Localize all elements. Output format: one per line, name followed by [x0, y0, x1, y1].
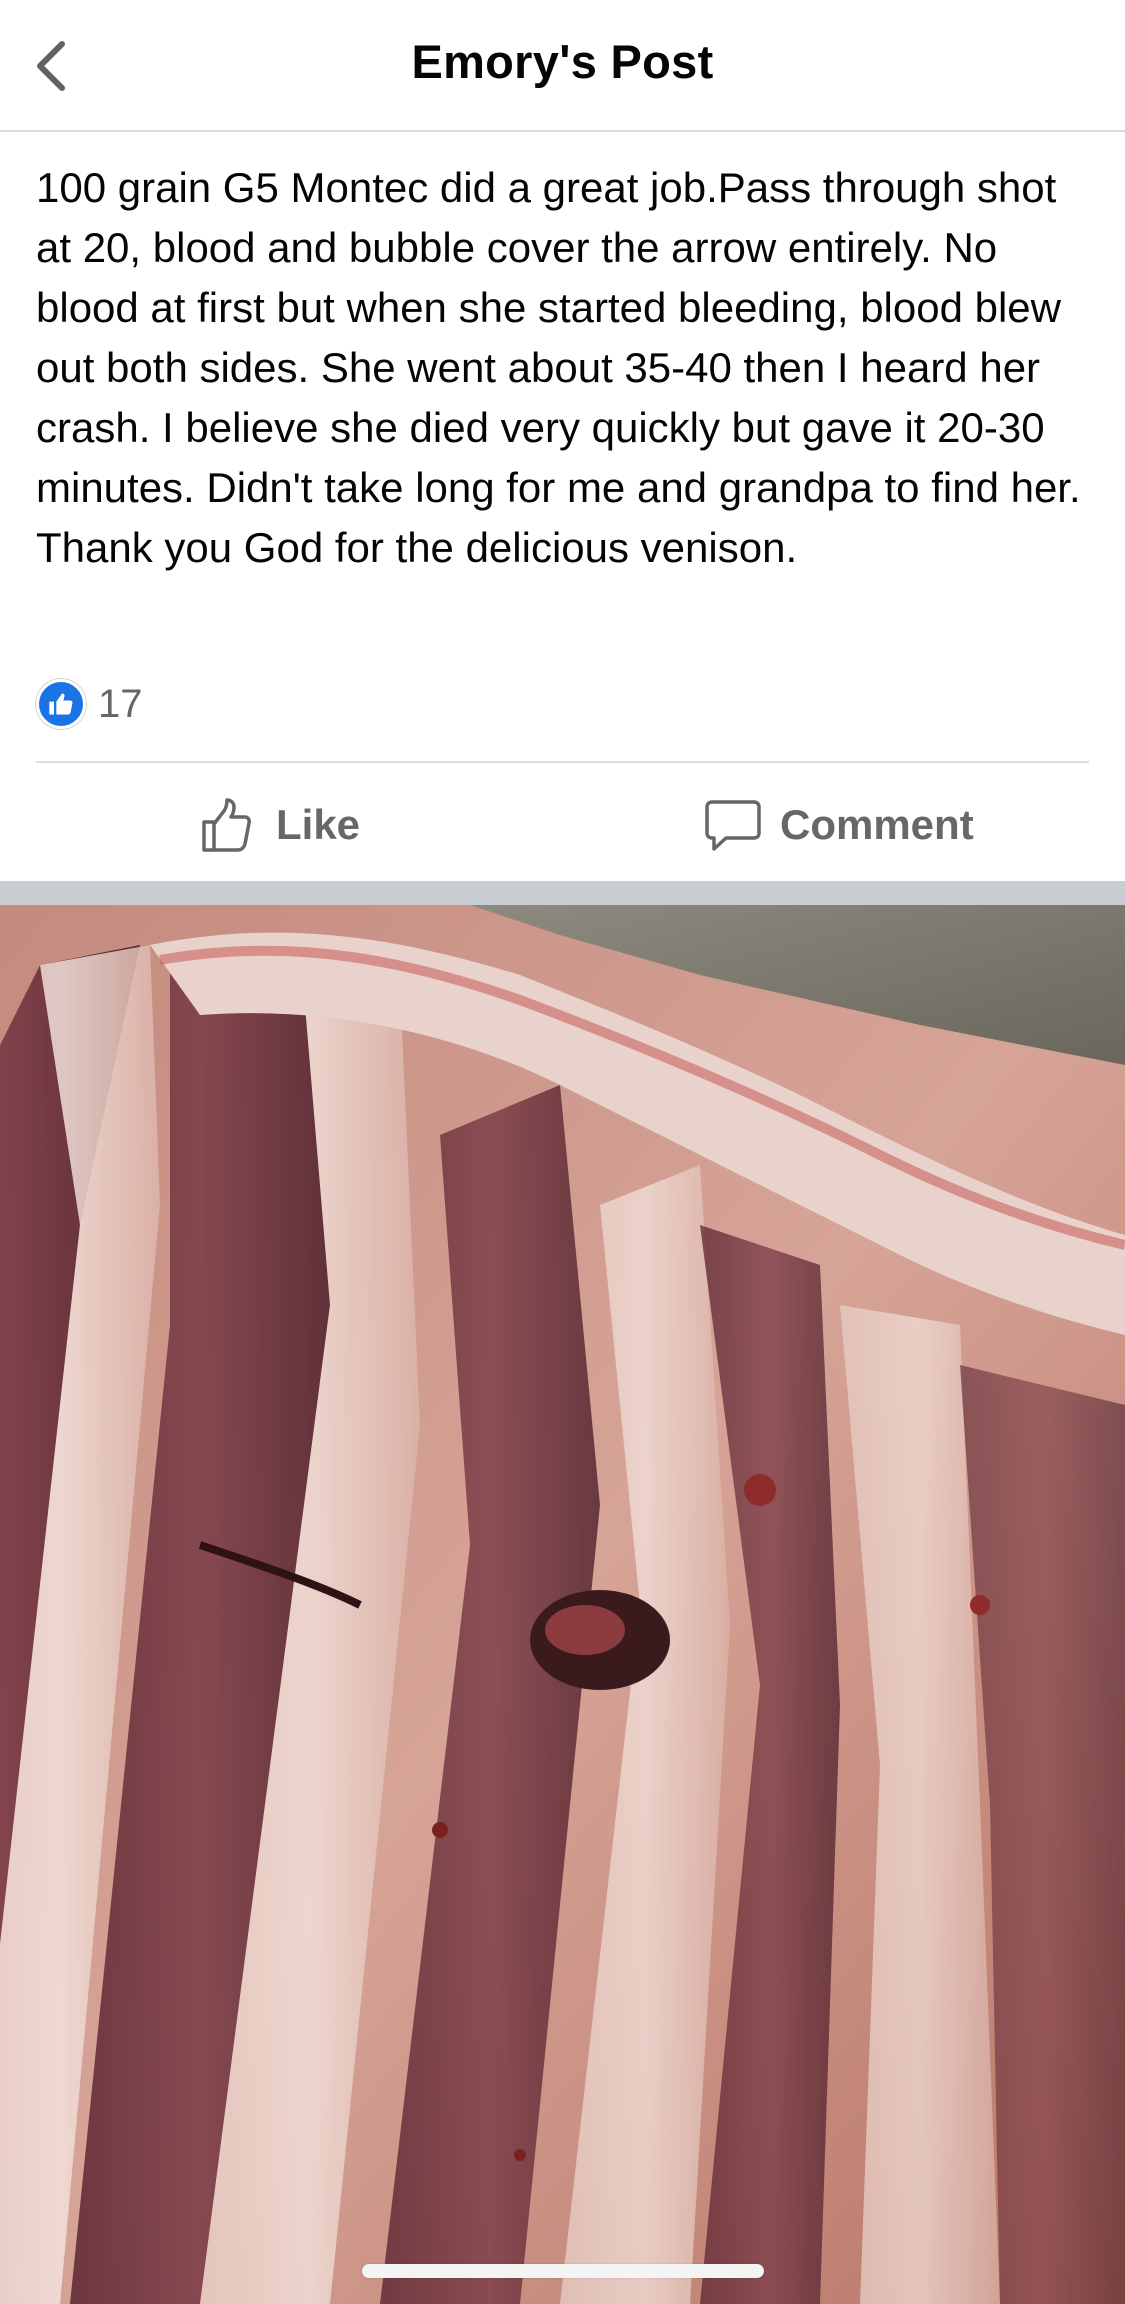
- home-indicator[interactable]: [362, 2264, 764, 2278]
- speech-bubble-icon: [705, 800, 761, 851]
- page-title: Emory's Post: [411, 35, 714, 88]
- thumbs-up-icon: [202, 798, 251, 852]
- reaction-count: 17: [98, 681, 143, 726]
- navigation-bar: Emory's Post: [0, 0, 1125, 132]
- like-button-label: Like: [276, 801, 361, 848]
- reaction-summary[interactable]: 17: [36, 678, 143, 730]
- like-reaction-icon: [36, 679, 86, 729]
- section-separator: [0, 881, 1125, 905]
- like-button[interactable]: Like: [200, 790, 360, 860]
- comment-button-label: Comment: [780, 801, 974, 848]
- post-body-text: 100 grain G5 Montec did a great job.Pass…: [36, 164, 1092, 571]
- comment-button[interactable]: Comment: [704, 790, 974, 860]
- post-photo[interactable]: [0, 905, 1125, 2304]
- divider: [36, 761, 1089, 763]
